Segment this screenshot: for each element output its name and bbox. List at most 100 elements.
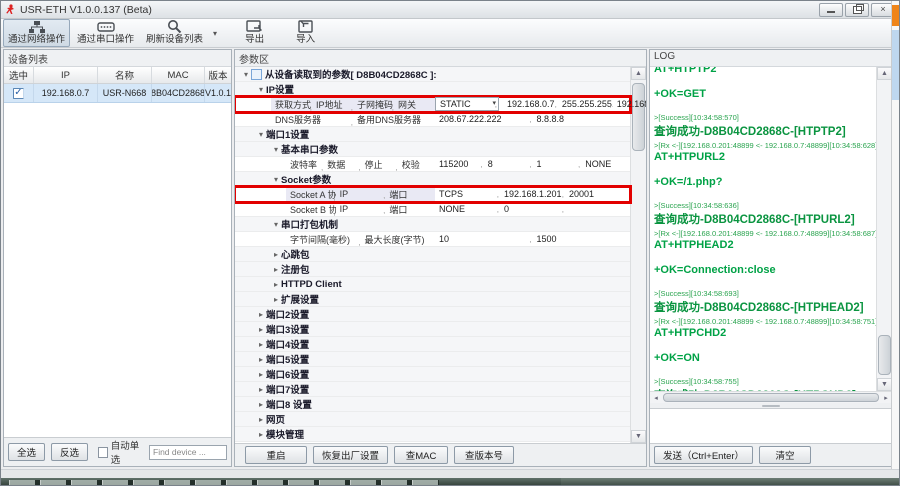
scroll-thumb[interactable] <box>632 83 645 151</box>
tree-section-row[interactable]: ▸网页 <box>235 412 630 427</box>
query-mac-button[interactable]: 查MAC <box>394 446 448 464</box>
param-value[interactable] <box>565 203 630 215</box>
log-entry-success: 查询成功-D8B04CD2868C-[HTPTP2] <box>654 123 876 139</box>
device-checkbox[interactable] <box>13 88 24 99</box>
tree-section-row[interactable]: ▾端口1设置 <box>235 127 630 142</box>
refresh-dropdown-arrow-icon[interactable]: ▾ <box>210 19 220 47</box>
param-row[interactable]: Socket B 协议IP端口NONE0 <box>235 202 630 217</box>
minimize-button[interactable] <box>819 3 843 17</box>
invert-select-button[interactable]: 反选 <box>51 443 88 461</box>
chevron-down-icon[interactable]: ▾ <box>271 145 281 154</box>
param-value[interactable]: 208.67.222.222 <box>435 113 533 125</box>
chevron-right-icon[interactable]: ▸ <box>256 370 266 379</box>
auto-single-label: 自动单选 <box>111 438 143 466</box>
toolbar-serial-operate-button[interactable]: 通过串口操作 <box>72 19 139 47</box>
param-value[interactable]: 255.255.255.0 <box>558 98 613 110</box>
scroll-thumb[interactable] <box>663 393 879 402</box>
restore-button[interactable] <box>845 3 869 17</box>
chevron-right-icon[interactable]: ▸ <box>271 280 281 289</box>
param-value[interactable]: NONE <box>435 203 500 215</box>
scroll-up-icon[interactable]: ▲ <box>631 67 646 80</box>
scroll-thumb[interactable] <box>878 335 891 375</box>
scroll-down-icon[interactable]: ▼ <box>877 378 892 391</box>
send-message-input[interactable] <box>650 408 892 443</box>
chevron-right-icon[interactable]: ▸ <box>256 430 266 439</box>
auto-single-checkbox[interactable] <box>98 447 108 458</box>
tree-section-row[interactable]: ▸端口8 设置 <box>235 397 630 412</box>
chevron-right-icon[interactable]: ▸ <box>256 340 266 349</box>
tree-section-row[interactable]: ▸端口7设置 <box>235 382 630 397</box>
param-value[interactable]: 115200 <box>435 158 484 170</box>
param-row[interactable]: 字节间隔(毫秒)最大长度(字节)101500 <box>235 232 630 247</box>
param-value[interactable]: 192.168.1.201 <box>500 188 565 200</box>
tree-section-row[interactable]: ▸端口5设置 <box>235 352 630 367</box>
param-label: Socket A 协议 <box>286 188 336 201</box>
param-value[interactable]: 1 <box>533 158 582 170</box>
toolbar-export-button[interactable]: 导出 <box>240 19 269 47</box>
param-value[interactable]: 192.168.0.1 <box>613 98 646 110</box>
tree-section-row[interactable]: ▸扩展设置 <box>235 292 630 307</box>
tree-section-row[interactable]: ▸注册包 <box>235 262 630 277</box>
log-view[interactable]: AT+HTPTP2+OK=GET>[Success][10:34:58:570]… <box>650 67 892 391</box>
restart-button[interactable]: 重启 <box>245 446 307 464</box>
clear-button[interactable]: 清空 <box>759 446 811 464</box>
log-vscrollbar[interactable]: ▲ ▼ <box>876 67 892 391</box>
chevron-right-icon[interactable]: ▸ <box>256 310 266 319</box>
chevron-down-icon[interactable]: ▾ <box>256 130 266 139</box>
tree-section-row[interactable]: ▾Socket参数 <box>235 172 630 187</box>
select-all-button[interactable]: 全选 <box>8 443 45 461</box>
param-value[interactable]: 20001 <box>565 188 630 200</box>
tree-section-row[interactable]: ▾基本串口参数 <box>235 142 630 157</box>
device-version: V1.0.1 <box>205 84 231 102</box>
query-version-button[interactable]: 查版本号 <box>454 446 514 464</box>
tree-section-row[interactable]: ▸端口4设置 <box>235 337 630 352</box>
chevron-down-icon[interactable]: ▾ <box>271 220 281 229</box>
param-value[interactable]: 8.8.8.8 <box>533 113 631 125</box>
chevron-right-icon[interactable]: ▸ <box>271 265 281 274</box>
param-row[interactable]: 获取方式IP地址子网掩码网关STATIC▾192.168.0.7255.255.… <box>235 97 630 112</box>
chevron-right-icon[interactable]: ▸ <box>271 295 281 304</box>
tree-section-row[interactable]: ▸端口6设置 <box>235 367 630 382</box>
toolbar-refresh-device-list-button[interactable]: 刷新设备列表 <box>141 19 208 47</box>
param-value[interactable]: 1500 <box>533 233 631 245</box>
scroll-up-icon[interactable]: ▲ <box>877 67 892 80</box>
chevron-right-icon[interactable]: ▸ <box>256 385 266 394</box>
param-select-dropdown[interactable]: STATIC▾ <box>435 97 499 111</box>
toolbar-network-operate-button[interactable]: 通过网络操作 <box>3 19 70 47</box>
tree-section-row[interactable]: ▾从设备读取到的参数[ D8B04CD2868C ]: <box>235 67 630 82</box>
chevron-right-icon[interactable]: ▸ <box>271 250 281 259</box>
param-row[interactable]: 波特率数据停止校验11520081NONE <box>235 157 630 172</box>
tree-section-row[interactable]: ▸HTTPD Client <box>235 277 630 292</box>
chevron-right-icon[interactable]: ▸ <box>256 415 266 424</box>
find-device-input[interactable] <box>149 445 227 460</box>
param-value[interactable]: 192.168.0.7 <box>503 98 558 110</box>
tree-section-row[interactable]: ▸端口2设置 <box>235 307 630 322</box>
chevron-right-icon[interactable]: ▸ <box>256 355 266 364</box>
send-button[interactable]: 发送（Ctrl+Enter） <box>654 446 753 464</box>
tree-section-row[interactable]: ▾IP设置 <box>235 82 630 97</box>
chevron-right-icon[interactable]: ▸ <box>256 325 266 334</box>
param-value[interactable]: 8 <box>484 158 533 170</box>
tree-section-row[interactable]: ▸模块管理 <box>235 427 630 442</box>
param-row[interactable]: Socket A 协议IP端口TCPS192.168.1.20120001 <box>235 187 630 202</box>
tree-section-row[interactable]: ▾串口打包机制 <box>235 217 630 232</box>
log-hscrollbar[interactable]: ◂ ▸ <box>650 391 892 403</box>
device-row[interactable]: 192.168.0.7 USR-N668 D8B04CD2868C V1.0.1 <box>4 84 231 103</box>
scroll-left-icon[interactable]: ◂ <box>650 392 662 403</box>
param-value[interactable]: 10 <box>435 233 533 245</box>
parameter-tree-vscrollbar[interactable]: ▲ ▼ <box>630 67 646 443</box>
taskbar[interactable] <box>1 478 899 486</box>
param-value[interactable]: NONE <box>581 158 630 170</box>
param-value[interactable]: 0 <box>500 203 565 215</box>
toolbar-import-button[interactable]: 导入 <box>291 19 320 47</box>
chevron-down-icon[interactable]: ▾ <box>241 70 251 79</box>
chevron-right-icon[interactable]: ▸ <box>256 400 266 409</box>
factory-reset-button[interactable]: 恢复出厂设置 <box>313 446 388 464</box>
param-value[interactable]: TCPS <box>435 188 500 200</box>
param-row[interactable]: DNS服务器备用DNS服务器208.67.222.2228.8.8.8 <box>235 112 630 127</box>
chevron-down-icon[interactable]: ▾ <box>256 85 266 94</box>
chevron-down-icon[interactable]: ▾ <box>271 175 281 184</box>
tree-section-row[interactable]: ▸端口3设置 <box>235 322 630 337</box>
scroll-down-icon[interactable]: ▼ <box>631 430 646 443</box>
tree-section-row[interactable]: ▸心跳包 <box>235 247 630 262</box>
